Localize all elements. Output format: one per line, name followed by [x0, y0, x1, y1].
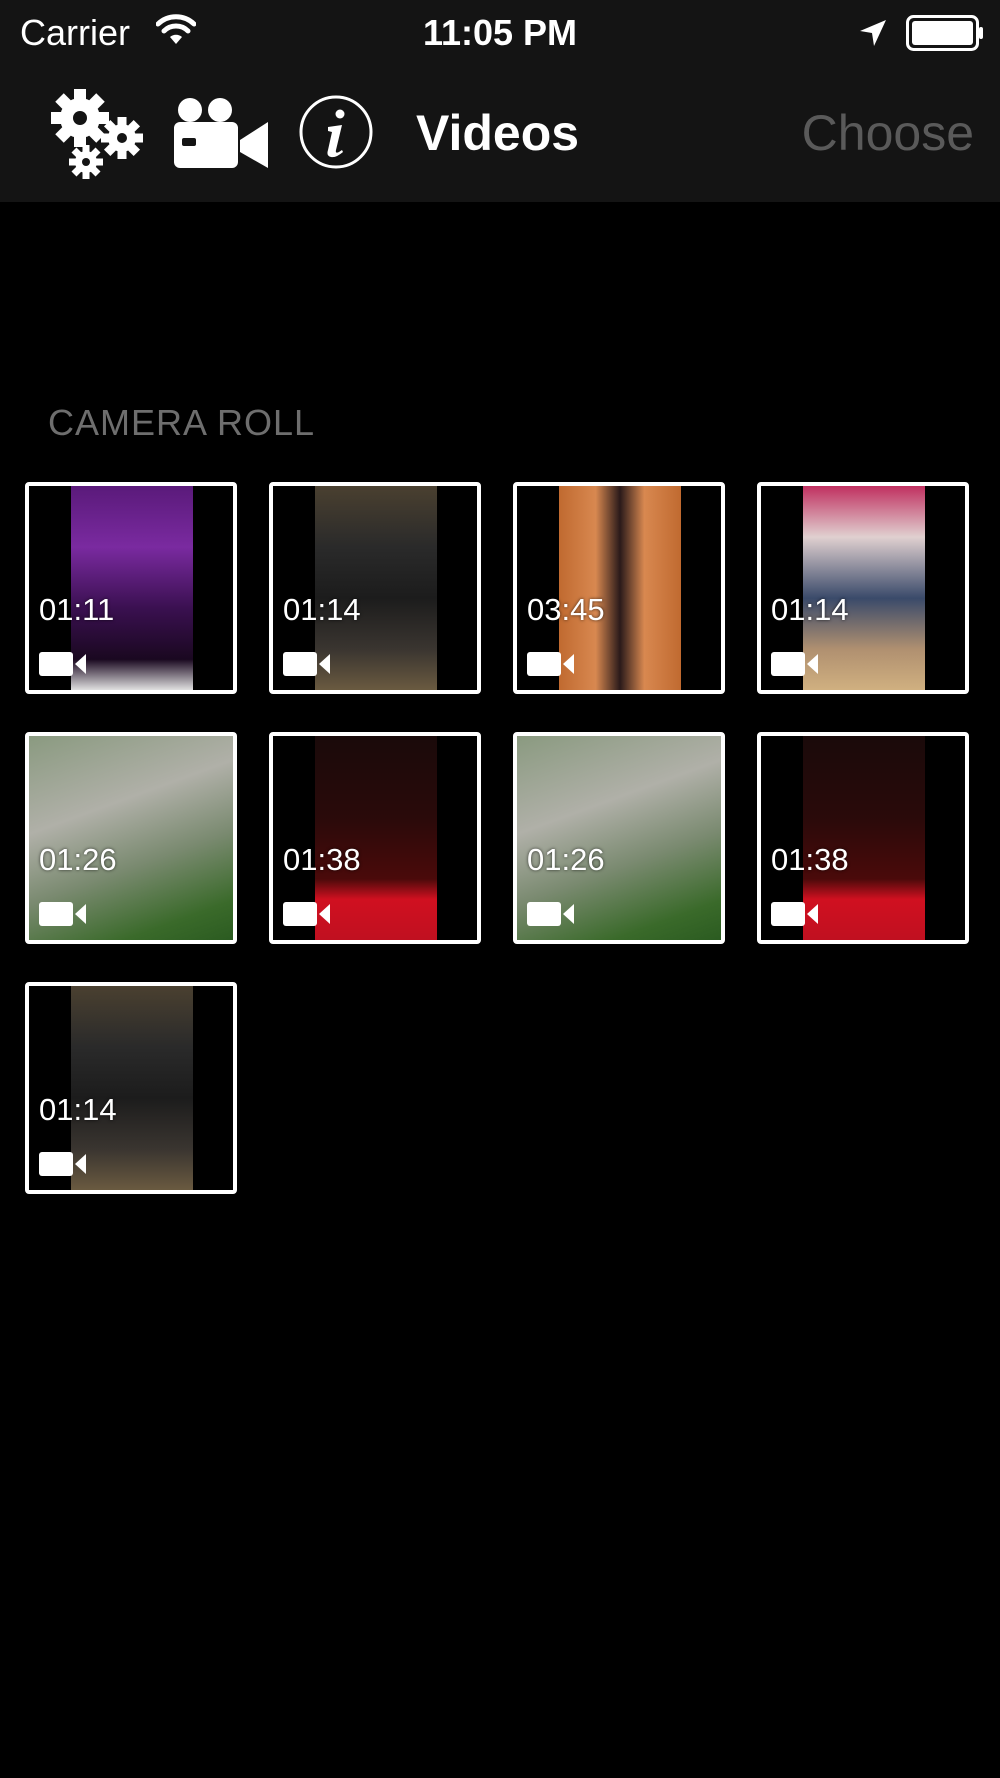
info-icon[interactable] — [298, 94, 374, 170]
video-tile[interactable]: 01:14 — [757, 482, 969, 694]
video-thumbnail — [803, 486, 925, 690]
battery-icon — [906, 15, 983, 51]
video-tile[interactable]: 01:14 — [25, 982, 237, 1194]
video-duration: 01:26 — [527, 842, 605, 877]
section-header: CAMERA ROLL — [48, 402, 316, 443]
video-duration: 01:14 — [39, 1092, 117, 1127]
video-tile[interactable]: 01:11 — [25, 482, 237, 694]
video-camera-icon — [771, 652, 818, 676]
video-duration: 01:38 — [771, 842, 849, 877]
video-thumbnail — [71, 986, 193, 1190]
video-camera-icon — [283, 902, 330, 926]
video-camera-icon — [39, 902, 86, 926]
video-tile[interactable]: 01:26 — [25, 732, 237, 944]
video-camera-icon — [527, 902, 574, 926]
video-thumbnail — [803, 736, 925, 940]
location-arrow-icon — [860, 20, 886, 46]
video-duration: 01:38 — [283, 842, 361, 877]
video-thumbnail — [71, 486, 193, 690]
page-title: Videos — [416, 105, 580, 161]
video-tile[interactable]: 03:45 — [513, 482, 725, 694]
status-time: 11:05 PM — [422, 12, 578, 53]
video-camera-icon — [771, 902, 818, 926]
video-duration: 01:26 — [39, 842, 117, 877]
navigation-bar: Videos Choose — [0, 66, 1000, 202]
status-bar: Carrier 11:05 PM — [0, 0, 1000, 66]
choose-button[interactable]: Choose — [802, 104, 974, 162]
video-duration: 01:11 — [39, 592, 115, 627]
video-camera-icon — [283, 652, 330, 676]
video-camera-icon — [39, 1152, 86, 1176]
video-tile[interactable]: 01:26 — [513, 732, 725, 944]
video-tile[interactable]: 01:38 — [269, 732, 481, 944]
video-camera-icon — [527, 652, 574, 676]
video-duration: 01:14 — [283, 592, 361, 627]
video-thumbnail — [315, 486, 437, 690]
video-camera-icon — [39, 652, 86, 676]
video-duration: 03:45 — [527, 592, 605, 627]
gear-icon[interactable] — [46, 88, 146, 180]
video-tile[interactable]: 01:14 — [269, 482, 481, 694]
camcorder-icon[interactable] — [172, 96, 270, 172]
video-thumbnail — [559, 486, 681, 690]
video-duration: 01:14 — [771, 592, 849, 627]
video-thumbnail — [315, 736, 437, 940]
video-tile[interactable]: 01:38 — [757, 732, 969, 944]
